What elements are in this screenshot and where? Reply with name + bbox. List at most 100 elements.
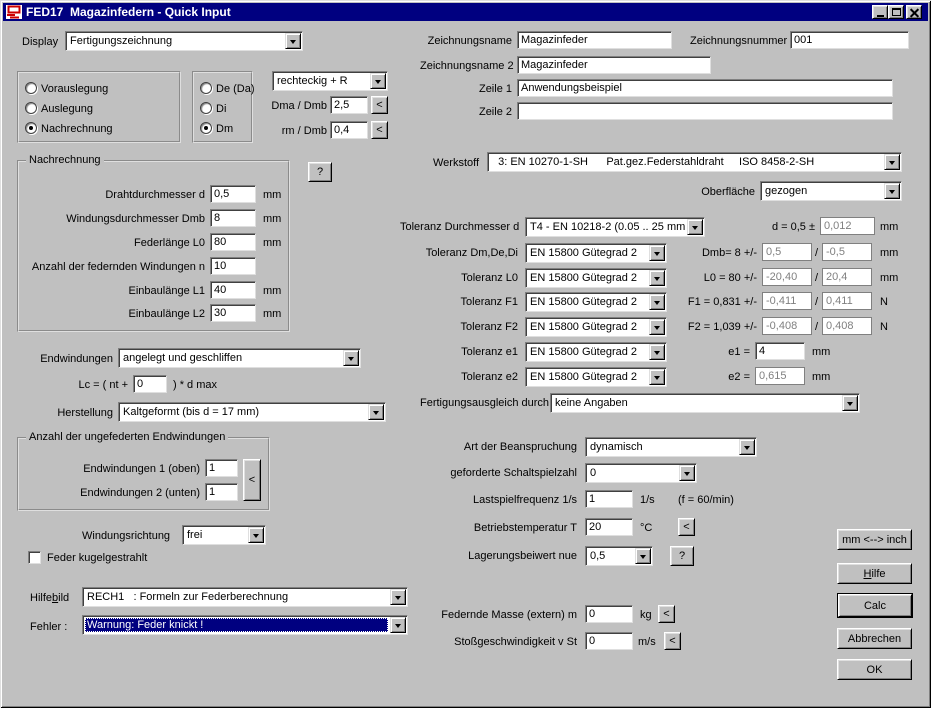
lastspielfrequenz-input[interactable]: [585, 490, 633, 508]
radio-vorauslegung-label[interactable]: Vorauslegung: [41, 83, 108, 95]
radio-nachrechnung[interactable]: [25, 122, 37, 134]
endwindungen-select[interactable]: angelegt und geschliffen: [118, 348, 361, 368]
chevron-down-icon[interactable]: [370, 73, 386, 89]
windungsdurchmesser-input[interactable]: [210, 209, 256, 227]
zeichnungsnummer-input[interactable]: [790, 31, 909, 49]
toleranz-e1-select[interactable]: EN 15800 Gütegrad 2: [525, 342, 667, 362]
radio-de-da-label[interactable]: De (Da): [216, 83, 255, 95]
masse-copy-button[interactable]: <: [658, 605, 675, 623]
dma-dmb-copy-button[interactable]: <: [371, 96, 388, 114]
zeichnungsname-input[interactable]: [517, 31, 672, 49]
chevron-down-icon[interactable]: [679, 465, 695, 481]
zeile2-input[interactable]: [517, 102, 893, 120]
chevron-down-icon[interactable]: [842, 395, 858, 411]
toleranz-f2-select[interactable]: EN 15800 Gütegrad 2: [525, 317, 667, 337]
herstellung-select[interactable]: Kaltgeformt (bis d = 17 mm): [118, 402, 386, 422]
hilfsbild-label: Hilfebild: [30, 592, 69, 604]
radio-auslegung-label[interactable]: Auslegung: [41, 103, 93, 115]
lagerungsbeiwert-select[interactable]: 0,5: [585, 546, 653, 566]
dma-dmb-input[interactable]: [330, 96, 368, 114]
toleranz-e2-label: Toleranz e2: [400, 371, 518, 383]
close-button[interactable]: [906, 5, 922, 19]
rm-dmb-input[interactable]: [330, 121, 368, 139]
kugelgestrahlt-checkbox[interactable]: [28, 551, 41, 564]
chevron-down-icon[interactable]: [248, 527, 264, 543]
endwindungen-copy-button[interactable]: <: [243, 459, 261, 501]
einbaulaenge-l1-input[interactable]: [210, 281, 256, 299]
kugelgestrahlt-label[interactable]: Feder kugelgestrahlt: [47, 552, 147, 564]
toleranz-e1-value[interactable]: [755, 342, 805, 360]
mm-inch-button[interactable]: mm <--> inch: [837, 529, 912, 550]
chevron-down-icon[interactable]: [739, 439, 755, 455]
zeichnungsname2-input[interactable]: [517, 56, 711, 74]
masse-input[interactable]: [585, 605, 633, 623]
lc-input[interactable]: [133, 375, 167, 393]
federlaenge-input[interactable]: [210, 233, 256, 251]
display-select[interactable]: Fertigungszeichnung: [65, 31, 303, 51]
radio-de-da[interactable]: [200, 82, 212, 94]
einbaulaenge-l2-input[interactable]: [210, 304, 256, 322]
beanspruchung-select[interactable]: dynamisch: [585, 437, 757, 457]
oberflaeche-select[interactable]: gezogen: [760, 181, 902, 201]
chevron-down-icon[interactable]: [390, 617, 406, 633]
maximize-button[interactable]: [888, 5, 904, 19]
chevron-down-icon[interactable]: [649, 369, 665, 385]
radio-di-label[interactable]: Di: [216, 103, 226, 115]
toleranz-e2-value: [755, 367, 805, 385]
windungsrichtung-select[interactable]: frei: [182, 525, 266, 545]
chevron-down-icon[interactable]: [390, 589, 406, 605]
radio-vorauslegung[interactable]: [25, 82, 37, 94]
chevron-down-icon[interactable]: [368, 404, 384, 420]
chevron-down-icon[interactable]: [884, 154, 900, 170]
fertigungsausgleich-select[interactable]: keine Angaben: [550, 393, 860, 413]
toleranz-e2-select[interactable]: EN 15800 Gütegrad 2: [525, 367, 667, 387]
chevron-down-icon[interactable]: [343, 350, 359, 366]
toleranz-dm-unit: mm: [880, 247, 898, 259]
chevron-down-icon[interactable]: [884, 183, 900, 199]
hilfe-button[interactable]: Hilfe: [837, 563, 912, 584]
radio-di[interactable]: [200, 102, 212, 114]
ok-button[interactable]: OK: [837, 659, 912, 680]
drahtdurchmesser-input[interactable]: [210, 185, 256, 203]
hilfsbild-select[interactable]: RECH1 : Formeln zur Federberechnung: [82, 587, 408, 607]
zeile1-input[interactable]: [517, 79, 893, 97]
endwindungen2-label: Endwindungen 2 (unten): [25, 487, 200, 499]
masse-unit: kg: [640, 609, 652, 621]
radio-dm[interactable]: [200, 122, 212, 134]
chevron-down-icon[interactable]: [649, 344, 665, 360]
betriebstemperatur-copy-button[interactable]: <: [678, 518, 695, 536]
einbaulaenge-l1-label: Einbaulänge L1: [20, 285, 205, 297]
toleranz-l0-result-label: L0 = 80 +/-: [660, 272, 757, 284]
endwindungen2-input[interactable]: [205, 483, 238, 501]
toleranz-dm-select[interactable]: EN 15800 Gütegrad 2: [525, 243, 667, 263]
radio-dm-label[interactable]: Dm: [216, 123, 233, 135]
schaltspielzahl-select[interactable]: 0: [585, 463, 697, 483]
toleranz-d-select[interactable]: T4 - EN 10218-2 (0.05 .. 25 mm): [525, 217, 705, 237]
lastspielfrequenz-label: Lastspielfrequenz 1/s: [440, 494, 577, 506]
chevron-down-icon[interactable]: [285, 33, 301, 49]
radio-auslegung[interactable]: [25, 102, 37, 114]
nachrechnung-help-button[interactable]: ?: [308, 162, 332, 182]
lastspielfrequenz-note: (f = 60/min): [678, 494, 734, 506]
endwindungen1-input[interactable]: [205, 459, 238, 477]
abbrechen-button[interactable]: Abbrechen: [837, 628, 912, 649]
toleranz-l0-select[interactable]: EN 15800 Gütegrad 2: [525, 268, 667, 288]
stoss-copy-button[interactable]: <: [664, 632, 681, 650]
titlebar[interactable]: FED17 Magazinfedern - Quick Input: [3, 3, 928, 21]
werkstoff-select[interactable]: 3: EN 10270-1-SH Pat.gez.Federstahldraht…: [487, 152, 902, 172]
rm-dmb-copy-button[interactable]: <: [371, 121, 388, 139]
radio-nachrechnung-label[interactable]: Nachrechnung: [41, 123, 113, 135]
fehler-select[interactable]: Warnung: Feder knickt !: [82, 615, 408, 635]
lagerungsbeiwert-help-button[interactable]: ?: [670, 546, 694, 566]
cross-section-select[interactable]: rechteckig + R: [272, 71, 388, 91]
betriebstemperatur-input[interactable]: [585, 518, 633, 536]
chevron-down-icon[interactable]: [635, 548, 651, 564]
toleranz-f1-select[interactable]: EN 15800 Gütegrad 2: [525, 292, 667, 312]
minimize-button[interactable]: [872, 5, 888, 19]
windungen-n-input[interactable]: [210, 257, 256, 275]
chevron-down-icon[interactable]: [687, 219, 703, 235]
zeichnungsname2-label: Zeichnungsname 2: [420, 60, 512, 72]
masse-label: Federnde Masse (extern) m: [440, 609, 577, 621]
calc-button[interactable]: Calc: [838, 594, 912, 617]
stoss-input[interactable]: [585, 632, 633, 650]
